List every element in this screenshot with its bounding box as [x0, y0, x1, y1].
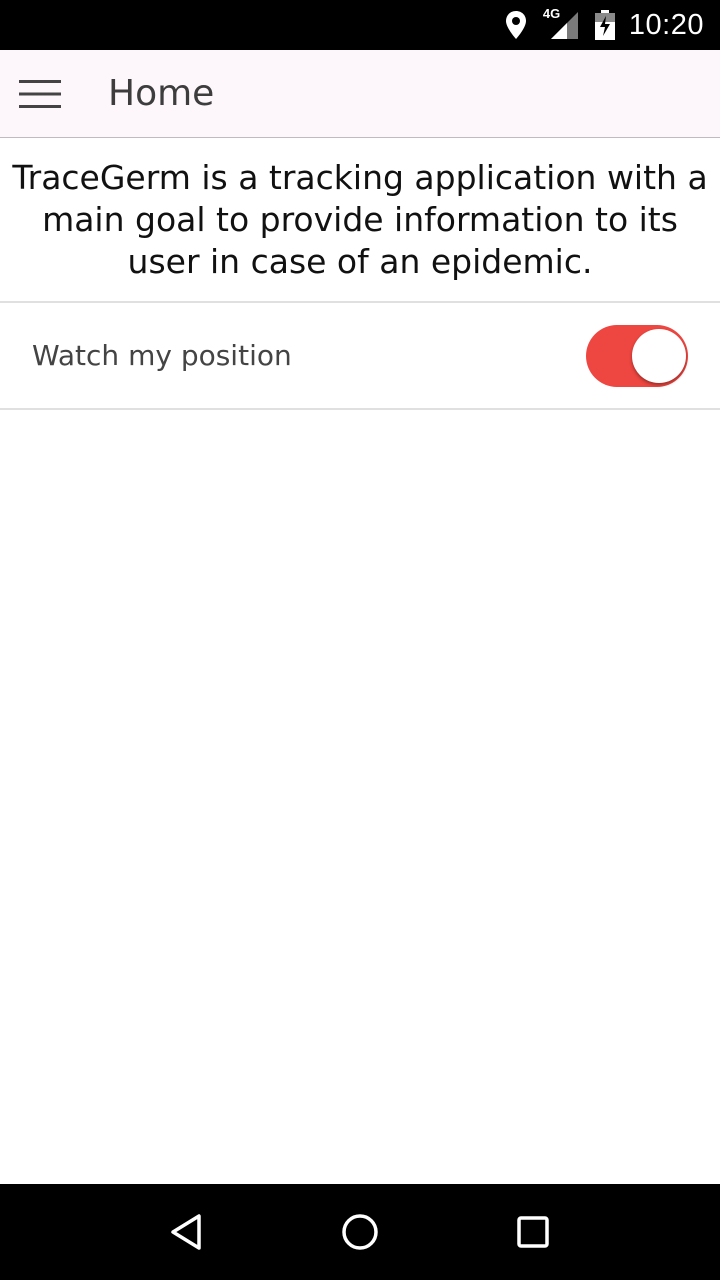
signal-icon: 4G	[543, 6, 579, 40]
watch-position-row[interactable]: Watch my position	[0, 303, 720, 410]
watch-position-label: Watch my position	[32, 339, 292, 372]
home-icon	[342, 1214, 378, 1250]
status-bar: 4G 10:20	[0, 0, 720, 50]
toggle-thumb	[632, 328, 686, 383]
status-clock: 10:20	[628, 8, 704, 41]
location-icon	[505, 10, 527, 40]
intro-section: TraceGerm is a tracking application with…	[0, 138, 720, 303]
back-icon	[170, 1214, 201, 1250]
recents-icon	[517, 1216, 550, 1248]
home-button[interactable]	[320, 1192, 400, 1272]
app-bar: Home	[0, 50, 720, 138]
hamburger-menu-icon	[19, 79, 61, 108]
intro-text: TraceGerm is a tracking application with…	[12, 157, 708, 281]
watch-position-toggle[interactable]	[586, 324, 688, 387]
back-button[interactable]	[147, 1192, 227, 1272]
menu-button[interactable]	[0, 50, 80, 138]
battery-charging-icon	[594, 10, 615, 40]
recents-button[interactable]	[493, 1192, 573, 1272]
page-title: Home	[108, 73, 215, 114]
network-type-label: 4G	[542, 6, 561, 21]
navigation-bar	[0, 1184, 720, 1280]
